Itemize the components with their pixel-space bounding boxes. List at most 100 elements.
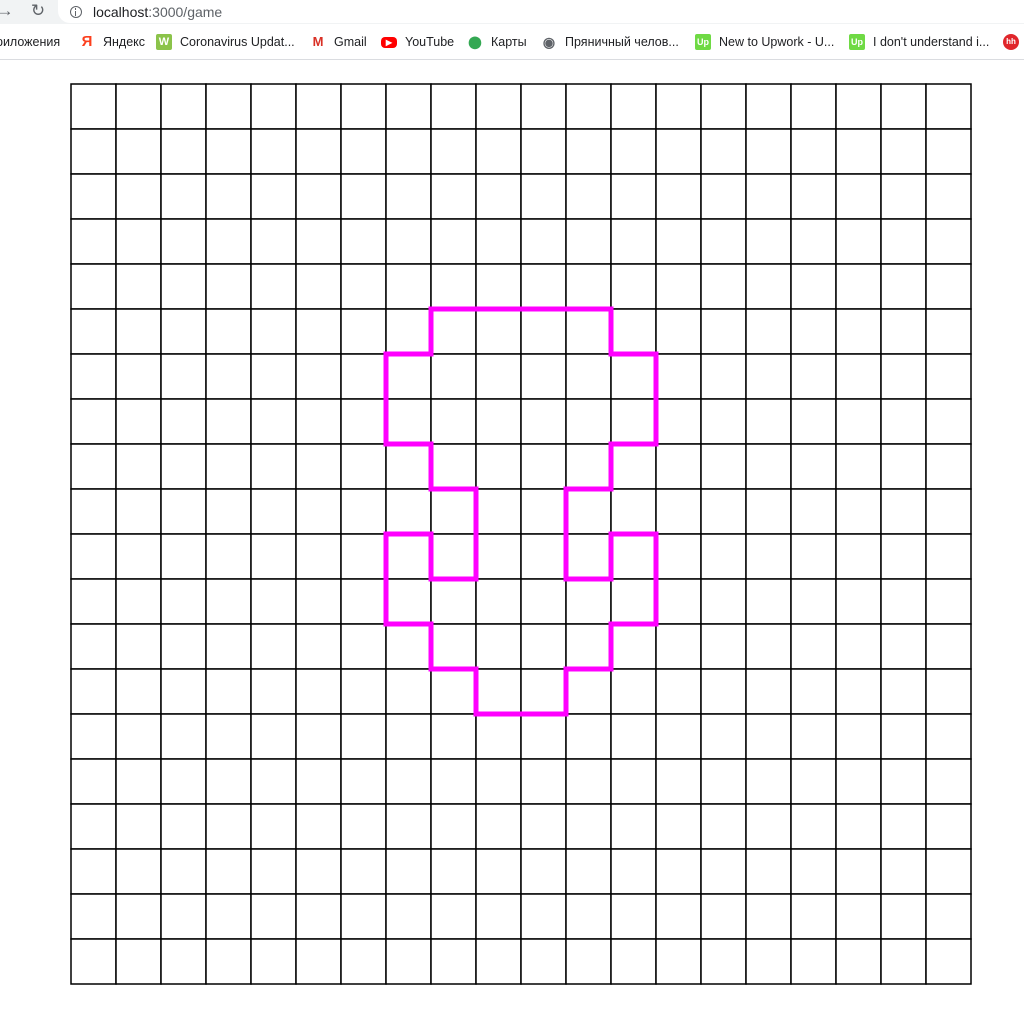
grid-cell[interactable]	[925, 488, 972, 535]
grid-cell[interactable]	[565, 713, 612, 760]
grid-cell[interactable]	[430, 173, 477, 220]
grid-cell[interactable]	[70, 623, 117, 670]
grid-cell[interactable]	[160, 803, 207, 850]
grid-cell[interactable]	[385, 398, 432, 445]
grid-cell[interactable]	[295, 83, 342, 130]
grid-cell[interactable]	[700, 173, 747, 220]
grid-cell[interactable]	[655, 758, 702, 805]
grid-cell[interactable]	[745, 308, 792, 355]
grid-cell[interactable]	[610, 758, 657, 805]
grid-cell[interactable]	[880, 443, 927, 490]
grid-cell[interactable]	[520, 353, 567, 400]
grid-cell[interactable]	[610, 173, 657, 220]
grid-cell[interactable]	[835, 533, 882, 580]
grid-cell[interactable]	[205, 263, 252, 310]
grid-cell[interactable]	[295, 308, 342, 355]
grid-cell[interactable]	[610, 848, 657, 895]
grid-cell[interactable]	[565, 128, 612, 175]
grid-cell[interactable]	[925, 758, 972, 805]
grid-cell[interactable]	[250, 488, 297, 535]
grid-cell[interactable]	[115, 938, 162, 985]
grid-cell[interactable]	[475, 128, 522, 175]
grid-cell[interactable]	[610, 938, 657, 985]
grid-cell[interactable]	[250, 848, 297, 895]
grid-cell[interactable]	[880, 353, 927, 400]
grid-cell[interactable]	[520, 803, 567, 850]
grid-cell[interactable]	[205, 488, 252, 535]
grid-cell[interactable]	[745, 803, 792, 850]
grid-cell[interactable]	[610, 668, 657, 715]
grid-cell[interactable]	[160, 758, 207, 805]
grid-cell[interactable]	[70, 83, 117, 130]
grid-cell[interactable]	[790, 713, 837, 760]
grid-cell[interactable]	[790, 83, 837, 130]
grid-cell[interactable]	[745, 488, 792, 535]
grid-cell[interactable]	[340, 578, 387, 625]
grid-cell[interactable]	[655, 83, 702, 130]
grid-cell[interactable]	[880, 938, 927, 985]
grid-cell[interactable]	[565, 758, 612, 805]
grid-cell[interactable]	[745, 938, 792, 985]
grid-cell[interactable]	[295, 893, 342, 940]
grid-cell[interactable]	[340, 443, 387, 490]
grid-cell[interactable]	[385, 443, 432, 490]
bookmark-upwork-dont-understand[interactable]: Up I don't understand i...	[849, 32, 989, 52]
grid-cell[interactable]	[745, 83, 792, 130]
grid-cell[interactable]	[565, 173, 612, 220]
grid-cell[interactable]	[115, 308, 162, 355]
grid-cell[interactable]	[790, 533, 837, 580]
grid-cell[interactable]	[700, 353, 747, 400]
grid-cell[interactable]	[70, 758, 117, 805]
grid-cell[interactable]	[475, 758, 522, 805]
grid-cell[interactable]	[430, 353, 477, 400]
grid-cell[interactable]	[520, 443, 567, 490]
grid-cell[interactable]	[790, 758, 837, 805]
grid-cell[interactable]	[205, 128, 252, 175]
grid-cell[interactable]	[250, 83, 297, 130]
grid-cell[interactable]	[700, 938, 747, 985]
grid-cell[interactable]	[160, 398, 207, 445]
bookmark-gmail[interactable]: M Gmail	[310, 32, 367, 52]
grid-cell[interactable]	[70, 938, 117, 985]
grid-cell[interactable]	[205, 173, 252, 220]
bookmark-yandex[interactable]: Я Яндекс	[79, 32, 145, 52]
grid-cell[interactable]	[565, 803, 612, 850]
grid-cell[interactable]	[385, 578, 432, 625]
grid-cell[interactable]	[160, 443, 207, 490]
grid-cell[interactable]	[475, 398, 522, 445]
grid-cell[interactable]	[745, 218, 792, 265]
grid-cell[interactable]	[70, 218, 117, 265]
grid-cell[interactable]	[565, 398, 612, 445]
grid-cell[interactable]	[790, 353, 837, 400]
grid-cell[interactable]	[880, 263, 927, 310]
grid-cell[interactable]	[160, 353, 207, 400]
grid-cell[interactable]	[250, 578, 297, 625]
grid-cell[interactable]	[340, 353, 387, 400]
grid-cell[interactable]	[880, 893, 927, 940]
grid-cell[interactable]	[295, 128, 342, 175]
grid-cell[interactable]	[610, 713, 657, 760]
grid-cell[interactable]	[295, 488, 342, 535]
grid-cell[interactable]	[835, 218, 882, 265]
grid-cell[interactable]	[835, 668, 882, 715]
grid-cell[interactable]	[700, 668, 747, 715]
grid-cell[interactable]	[385, 128, 432, 175]
grid-cell[interactable]	[250, 173, 297, 220]
grid-cell[interactable]	[205, 803, 252, 850]
grid-cell[interactable]	[880, 758, 927, 805]
grid-cell[interactable]	[610, 308, 657, 355]
grid-cell[interactable]	[385, 623, 432, 670]
grid-cell[interactable]	[385, 218, 432, 265]
grid-cell[interactable]	[385, 353, 432, 400]
grid-cell[interactable]	[430, 758, 477, 805]
grid-cell[interactable]	[700, 488, 747, 535]
grid-cell[interactable]	[880, 803, 927, 850]
grid-cell[interactable]	[115, 353, 162, 400]
grid-cell[interactable]	[340, 803, 387, 850]
grid-cell[interactable]	[70, 848, 117, 895]
grid-cell[interactable]	[745, 848, 792, 895]
grid-cell[interactable]	[880, 848, 927, 895]
grid-cell[interactable]	[160, 713, 207, 760]
grid-cell[interactable]	[340, 398, 387, 445]
grid-cell[interactable]	[70, 488, 117, 535]
